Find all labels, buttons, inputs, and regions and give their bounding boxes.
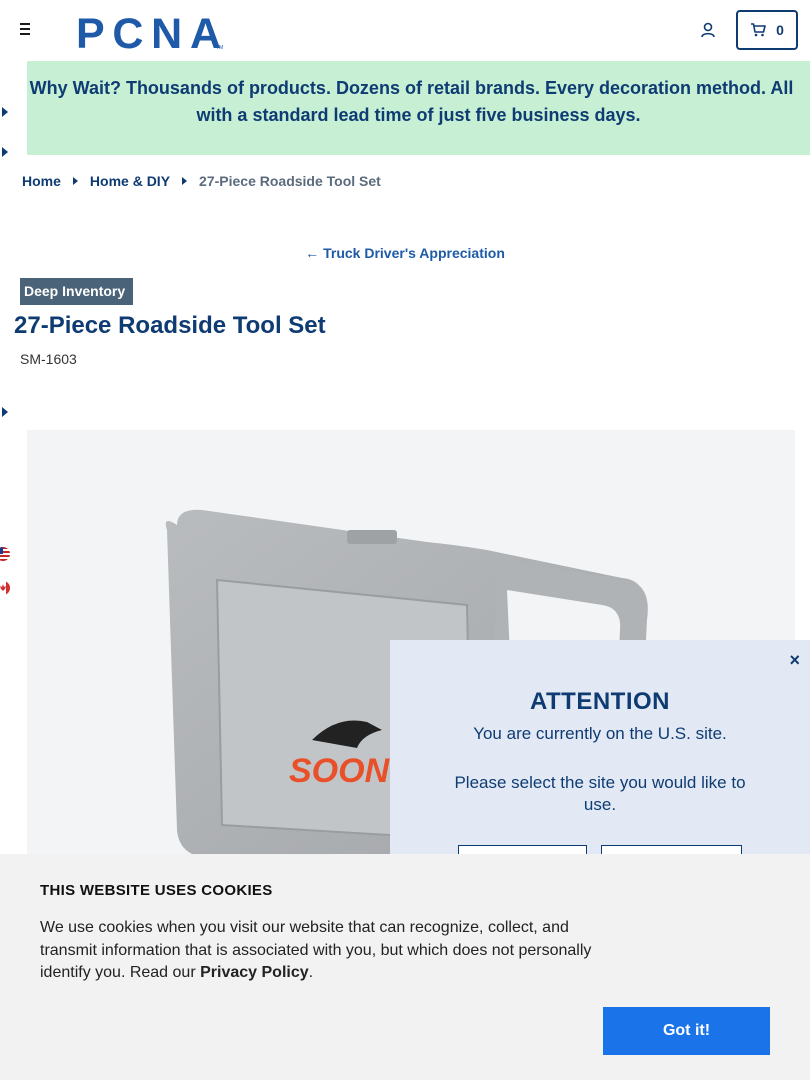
inventory-badge: Deep Inventory <box>20 278 134 305</box>
cookie-text: We use cookies when you visit our websit… <box>40 917 600 985</box>
modal-message: You are currently on the U.S. site. <box>473 724 727 743</box>
site-header: PCNA TM 0 <box>0 0 810 61</box>
rail-expand-icon[interactable] <box>2 147 8 157</box>
cart-icon <box>751 23 766 37</box>
cart-count: 0 <box>776 22 784 38</box>
canada-flag-icon[interactable] <box>0 581 10 595</box>
accept-cookies-button[interactable]: Got it! <box>603 1007 770 1055</box>
rail-expand-icon[interactable] <box>2 407 8 417</box>
cookie-body: We use cookies when you visit our websit… <box>40 919 592 981</box>
breadcrumb-home-diy[interactable]: Home & DIY <box>90 173 170 189</box>
rail-expand-icon[interactable] <box>2 107 8 117</box>
modal-title: ATTENTION <box>529 688 671 715</box>
breadcrumb-home[interactable]: Home <box>22 173 61 189</box>
promo-line-1: Why Wait? Thousands of products. Dozens … <box>29 78 794 98</box>
cart-button[interactable]: 0 <box>736 10 798 50</box>
back-link-label: Truck Driver's Appreciation <box>323 245 505 261</box>
breadcrumb: Home Home & DIY 27-Piece Roadside Tool S… <box>22 173 381 189</box>
chevron-right-icon <box>182 177 188 185</box>
promo-banner: Why Wait? Thousands of products. Dozens … <box>27 61 810 155</box>
svg-text:TM: TM <box>216 45 223 51</box>
promo-line-2: with a standard lead time of just five b… <box>196 105 641 125</box>
cookie-banner: THIS WEBSITE USES COOKIES We use cookies… <box>0 854 810 1080</box>
svg-text:PCNA: PCNA <box>76 10 220 52</box>
cookie-period: . <box>308 964 314 981</box>
us-flag-icon[interactable] <box>0 547 10 561</box>
account-icon[interactable] <box>699 21 717 39</box>
menu-icon[interactable] <box>20 23 36 37</box>
arrow-left-icon: ← <box>305 245 320 261</box>
back-to-collection-link[interactable]: ← Truck Driver's Appreciation <box>0 245 810 261</box>
product-title: 27-Piece Roadside Tool Set <box>14 312 326 339</box>
product-sku: SM-1603 <box>20 351 77 367</box>
modal-message-secondary: Please select the site you would like to… <box>454 773 746 814</box>
close-icon[interactable]: × <box>789 650 800 671</box>
privacy-policy-link[interactable]: Privacy Policy <box>200 964 309 981</box>
pcna-logo[interactable]: PCNA TM <box>76 10 226 58</box>
cookie-title: THIS WEBSITE USES COOKIES <box>40 882 273 899</box>
product-logo-text: SOON <box>289 752 391 790</box>
breadcrumb-current: 27-Piece Roadside Tool Set <box>199 173 381 189</box>
chevron-right-icon <box>72 177 78 185</box>
